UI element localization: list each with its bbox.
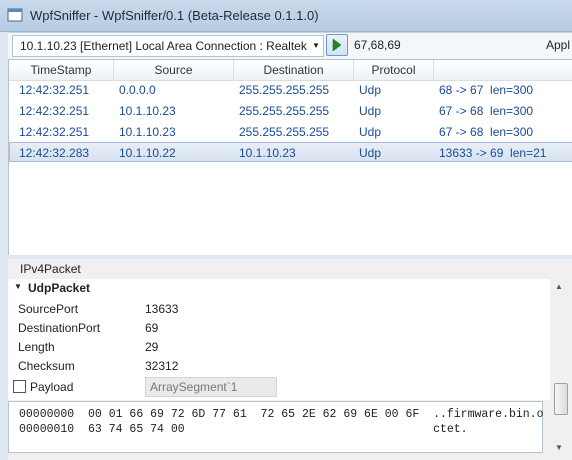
- window-title: WpfSniffer - WpfSniffer/0.1 (Beta-Releas…: [30, 8, 319, 23]
- app-window-icon: [7, 8, 23, 22]
- property-category[interactable]: ▼ UdpPacket: [8, 279, 550, 297]
- property-name: DestinationPort: [18, 321, 101, 335]
- hex-line: 00000000 00 01 66 69 72 6D 77 61 72 65 2…: [19, 408, 544, 421]
- table-row-selected[interactable]: 12:42:32.283 10.1.10.22 10.1.10.23 Udp 1…: [9, 142, 572, 162]
- property-row[interactable]: SourcePort 13633: [8, 299, 550, 318]
- property-grid: ▼ UdpPacket SourcePort 13633 Destination…: [8, 279, 550, 400]
- interface-select-value: 10.1.10.23 [Ethernet] Local Area Connect…: [20, 39, 323, 53]
- cell-source: 0.0.0.0: [119, 83, 156, 97]
- apply-button[interactable]: Appl: [546, 38, 570, 52]
- table-row[interactable]: 12:42:32.251 0.0.0.0 255.255.255.255 Udp…: [9, 80, 572, 100]
- scroll-up-icon[interactable]: ▲: [555, 282, 563, 291]
- table-row[interactable]: 12:42:32.251 10.1.10.23 255.255.255.255 …: [9, 122, 572, 142]
- cell-destination: 255.255.255.255: [239, 125, 330, 139]
- packet-type-label: IPv4Packet: [20, 262, 81, 276]
- payload-value-field[interactable]: ArraySegment`1: [145, 377, 277, 397]
- property-name: SourcePort: [18, 302, 79, 316]
- cell-destination: 255.255.255.255: [239, 104, 330, 118]
- start-capture-button[interactable]: [326, 34, 348, 56]
- packet-details-pane: IPv4Packet ▼ UdpPacket SourcePort 13633 …: [8, 259, 572, 460]
- expand-box-icon[interactable]: [13, 380, 26, 393]
- interface-select[interactable]: 10.1.10.23 [Ethernet] Local Area Connect…: [12, 35, 324, 57]
- cell-info: 67 -> 68 len=300: [439, 125, 534, 139]
- title-bar[interactable]: WpfSniffer - WpfSniffer/0.1 (Beta-Releas…: [0, 0, 572, 32]
- property-row[interactable]: Length 29: [8, 337, 550, 356]
- cell-info: 68 -> 67 len=300: [439, 83, 534, 97]
- play-icon: [332, 39, 342, 51]
- vertical-scrollbar[interactable]: ▲ ▼: [552, 279, 568, 455]
- chevron-down-icon[interactable]: ▼: [309, 36, 323, 56]
- cell-destination: 255.255.255.255: [239, 83, 330, 97]
- hex-dump-view[interactable]: 00000000 00 01 66 69 72 6D 77 61 72 65 2…: [8, 401, 544, 453]
- expand-arrow-icon[interactable]: ▼: [14, 282, 22, 291]
- cell-info: 67 -> 68 len=300: [439, 104, 534, 118]
- column-header-destination[interactable]: Destination: [234, 63, 353, 77]
- category-label: UdpPacket: [28, 281, 91, 295]
- property-row[interactable]: Checksum 32312: [8, 356, 550, 375]
- cell-protocol: Udp: [359, 83, 382, 97]
- cell-timestamp: 12:42:32.251: [19, 104, 90, 118]
- payload-row[interactable]: Payload ArraySegment`1: [8, 377, 550, 397]
- payload-value: ArraySegment`1: [150, 380, 238, 394]
- cell-source: 10.1.10.23: [119, 125, 176, 139]
- column-header-source[interactable]: Source: [114, 63, 233, 77]
- property-name: Length: [18, 340, 55, 354]
- cell-timestamp: 12:42:32.251: [19, 83, 90, 97]
- packet-list-header: TimeStamp Source Destination Protocol: [9, 60, 572, 81]
- cell-source: 10.1.10.22: [119, 146, 176, 160]
- cell-protocol: Udp: [359, 146, 382, 160]
- toolbar: 10.1.10.23 [Ethernet] Local Area Connect…: [8, 32, 572, 60]
- hex-line: 00000010 63 74 65 74 00 ctet.: [19, 423, 468, 436]
- scrollbar-thumb[interactable]: [554, 383, 568, 415]
- property-name: Checksum: [18, 359, 75, 373]
- property-value: 29: [145, 340, 159, 354]
- cell-timestamp: 12:42:32.251: [19, 125, 90, 139]
- column-header-timestamp[interactable]: TimeStamp: [9, 63, 113, 77]
- column-header-protocol[interactable]: Protocol: [354, 63, 433, 77]
- packet-list[interactable]: TimeStamp Source Destination Protocol 12…: [8, 59, 572, 256]
- property-value: 32312: [145, 359, 179, 373]
- property-value: 13633: [145, 302, 179, 316]
- cell-timestamp: 12:42:32.283: [19, 146, 90, 160]
- table-row[interactable]: 12:42:32.251 10.1.10.23 255.255.255.255 …: [9, 101, 572, 121]
- port-filter-field[interactable]: 67,68,69: [354, 38, 401, 52]
- cell-destination: 10.1.10.23: [239, 146, 296, 160]
- property-name: Payload: [30, 380, 74, 394]
- scroll-down-icon[interactable]: ▼: [555, 443, 563, 452]
- property-value: 69: [145, 321, 159, 335]
- cell-source: 10.1.10.23: [119, 104, 176, 118]
- cell-protocol: Udp: [359, 104, 382, 118]
- cell-info: 13633 -> 69 len=21: [439, 146, 547, 160]
- property-row[interactable]: DestinationPort 69: [8, 318, 550, 337]
- cell-protocol: Udp: [359, 125, 382, 139]
